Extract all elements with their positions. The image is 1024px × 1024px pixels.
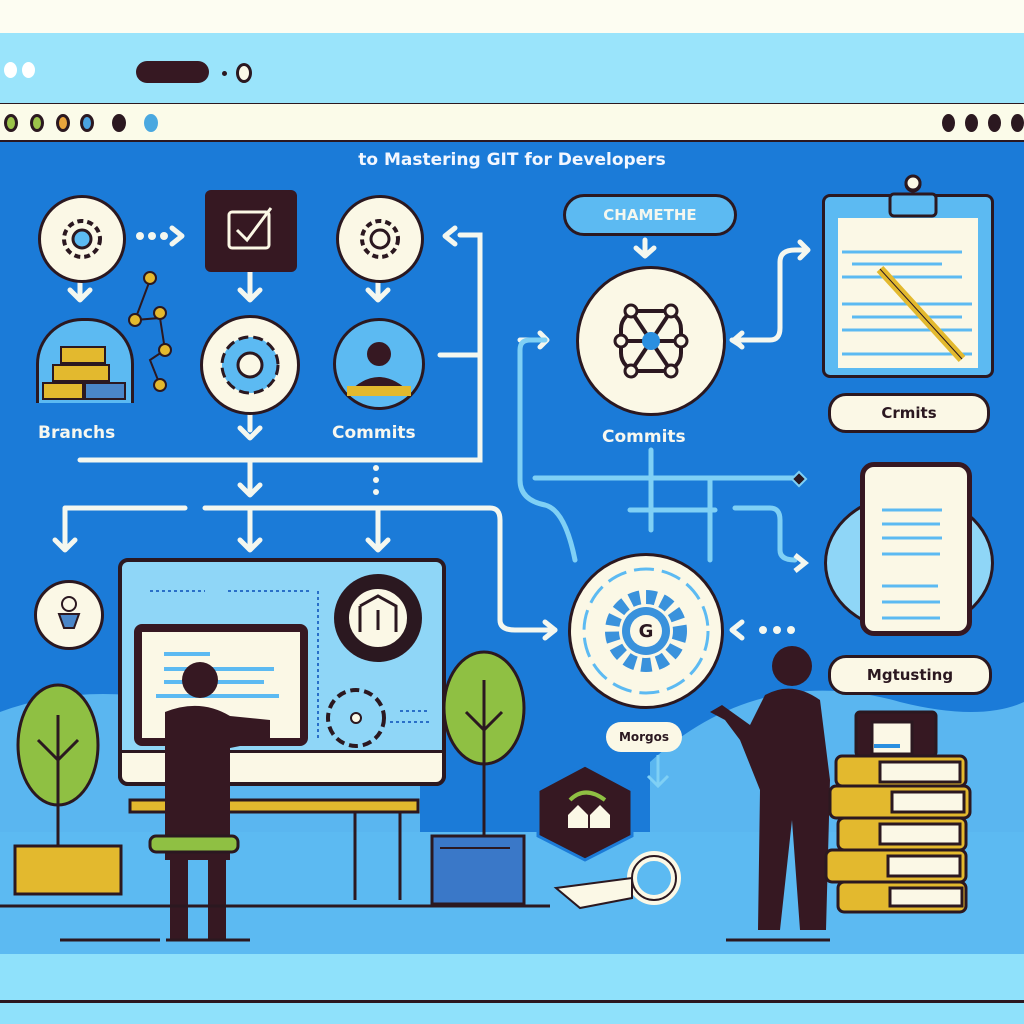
trash-bin	[430, 834, 526, 906]
standing-person-icon	[710, 646, 830, 930]
window-footer	[0, 954, 1024, 1024]
planter	[13, 844, 123, 896]
books-icon	[824, 710, 972, 914]
stool	[148, 834, 240, 854]
monitor-decorations	[0, 574, 972, 942]
footer-divider	[0, 1000, 1024, 1003]
